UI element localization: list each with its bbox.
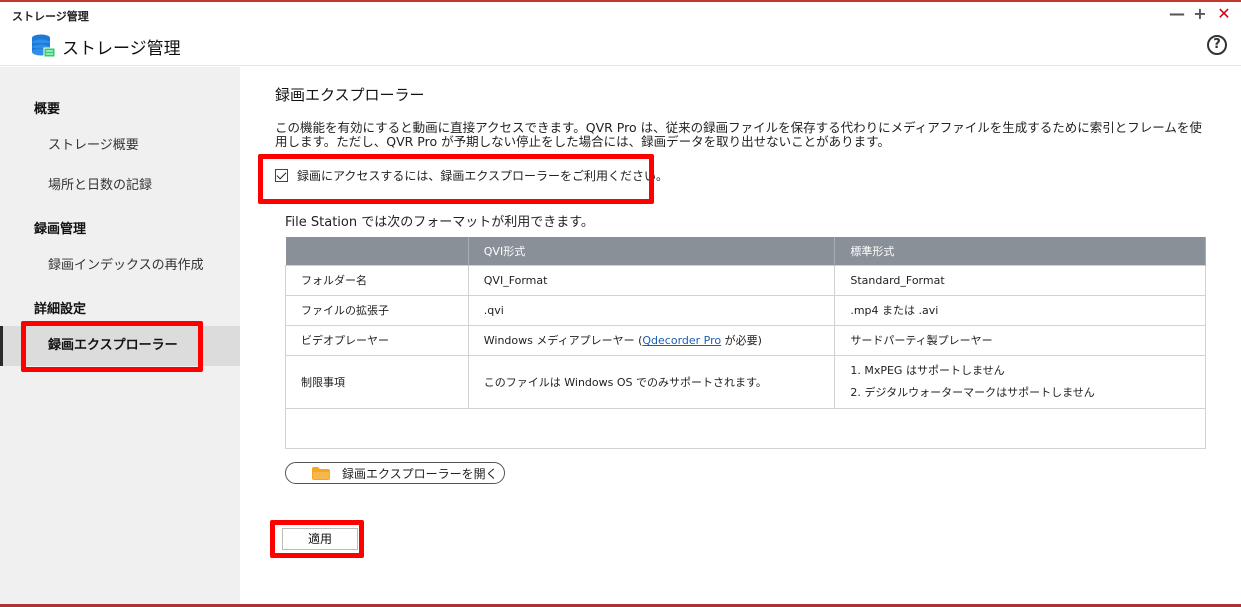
file-station-note: File Station では次のフォーマットが利用できます。 <box>285 215 594 230</box>
sidebar-item-recording-explorer[interactable]: 録画エクスプローラー <box>0 326 240 366</box>
row-label-limitations: 制限事項 <box>285 354 469 409</box>
page-title: 録画エクスプローラー <box>275 86 425 104</box>
cell-std-folder: Standard_Format <box>834 264 1206 296</box>
window-controls: — + ✕ <box>1169 5 1231 23</box>
qdecorder-pro-link[interactable]: Qdecorder Pro <box>642 334 721 347</box>
table-row: ファイルの拡張子 .qvi .mp4 または .avi <box>285 294 1206 326</box>
window-title: ストレージ管理 <box>12 10 89 23</box>
cell-std-player: サードパーティ製プレーヤー <box>834 324 1206 356</box>
storage-database-icon <box>32 34 56 58</box>
table-row-empty <box>285 407 1206 449</box>
cell-qvi-player-suffix: が必要) <box>721 334 762 347</box>
table-header-empty <box>285 237 469 265</box>
feature-description: この機能を有効にすると動画に直接アクセスできます。QVR Pro は、従来の録画… <box>275 120 1202 149</box>
maximize-button[interactable]: + <box>1193 5 1207 23</box>
cell-std-extension: .mp4 または .avi <box>834 294 1206 326</box>
recording-explorer-checkbox-label: 録画にアクセスするには、録画エクスプローラーをご利用ください。 <box>297 169 669 183</box>
empty-cell <box>285 407 1206 449</box>
main-content: 録画エクスプローラー この機能を有効にすると動画に直接アクセスできます。QVR … <box>240 67 1241 604</box>
table-row: ビデオプレーヤー Windows メディアプレーヤー (Qdecorder Pr… <box>285 324 1206 356</box>
sidebar: 概要 ストレージ概要 場所と日数の記録 録画管理 録画インデックスの再作成 詳細… <box>0 67 240 604</box>
recording-explorer-checkbox[interactable] <box>275 169 288 182</box>
cell-qvi-limitations: このファイルは Windows OS でのみサポートされます。 <box>467 354 836 409</box>
row-label-extension: ファイルの拡張子 <box>285 294 469 326</box>
app-header: ストレージ管理 ? <box>0 28 1241 66</box>
folder-icon <box>312 467 330 480</box>
sidebar-section-overview: 概要 <box>34 102 61 117</box>
table-header-standard: 標準形式 <box>834 237 1206 265</box>
help-icon[interactable]: ? <box>1207 35 1227 55</box>
storage-manager-window: ストレージ管理 — + ✕ ストレージ管理 ? 概要 ストレージ概要 場所と日数… <box>0 0 1241 604</box>
row-label-folder: フォルダー名 <box>285 264 469 296</box>
open-recording-explorer-label: 録画エクスプローラーを開く <box>342 466 498 481</box>
apply-button[interactable]: 適用 <box>282 528 358 550</box>
title-bar: ストレージ管理 — + ✕ <box>0 2 1241 28</box>
cell-qvi-player: Windows メディアプレーヤー (Qdecorder Pro が必要) <box>467 324 836 356</box>
minimize-button[interactable]: — <box>1169 5 1185 23</box>
row-label-player: ビデオプレーヤー <box>285 324 469 356</box>
app-title: ストレージ管理 <box>62 39 181 59</box>
sidebar-item-storage-overview[interactable]: ストレージ概要 <box>0 126 240 166</box>
open-recording-explorer-button[interactable]: 録画エクスプローラーを開く <box>285 462 505 484</box>
cell-std-limitations: 1. MxPEG はサポートしません 2. デジタルウォーターマークはサポートし… <box>834 354 1206 409</box>
recording-explorer-toggle[interactable]: 録画にアクセスするには、録画エクスプローラーをご利用ください。 <box>275 167 668 184</box>
table-row: フォルダー名 QVI_Format Standard_Format <box>285 264 1206 296</box>
table-header-qvi: QVI形式 <box>468 237 836 265</box>
format-table: QVI形式 標準形式 フォルダー名 QVI_Format Standard_Fo… <box>285 237 1206 449</box>
cell-qvi-extension: .qvi <box>467 294 836 326</box>
close-button[interactable]: ✕ <box>1217 5 1231 23</box>
std-limitation-2: 2. デジタルウォーターマークはサポートしません <box>850 385 1095 399</box>
table-header-row: QVI形式 標準形式 <box>285 237 1206 265</box>
cell-qvi-player-prefix: Windows メディアプレーヤー ( <box>483 334 643 347</box>
sidebar-section-recording: 録画管理 <box>34 222 87 237</box>
sidebar-item-location-days[interactable]: 場所と日数の記録 <box>0 166 240 206</box>
sidebar-section-advanced: 詳細設定 <box>34 302 87 317</box>
std-limitation-1: 1. MxPEG はサポートしません <box>850 363 1005 377</box>
sidebar-item-rebuild-index[interactable]: 録画インデックスの再作成 <box>0 246 240 286</box>
table-row: 制限事項 このファイルは Windows OS でのみサポートされます。 1. … <box>285 354 1206 409</box>
cell-qvi-folder: QVI_Format <box>467 264 836 296</box>
